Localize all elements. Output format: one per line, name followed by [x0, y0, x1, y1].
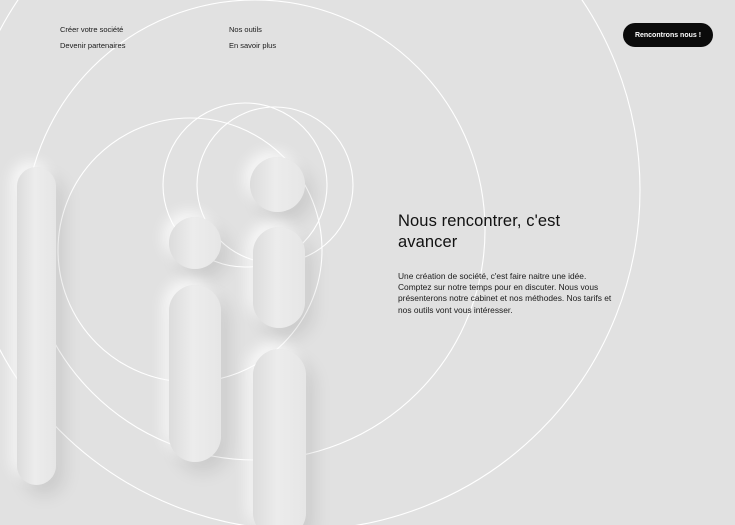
pill-right-upper — [253, 227, 305, 328]
hero-body: Une création de société, c'est faire nai… — [398, 271, 612, 315]
pill-center — [169, 285, 221, 462]
nav-link-en-savoir-plus[interactable]: En savoir plus — [229, 38, 276, 54]
pill-left-tall — [17, 167, 56, 485]
nav-left: Créer votre société Devenir partenaires — [60, 22, 125, 53]
nav-link-creer-societe[interactable]: Créer votre société — [60, 22, 125, 38]
nav-link-devenir-partenaires[interactable]: Devenir partenaires — [60, 38, 125, 54]
nav-right: Nos outils En savoir plus — [229, 22, 276, 53]
hero-section: Nous rencontrer, c'est avancer Une créat… — [398, 211, 618, 316]
page: Créer votre société Devenir partenaires … — [0, 0, 735, 525]
circle-small-left — [169, 217, 221, 269]
hero-title: Nous rencontrer, c'est avancer — [398, 212, 561, 251]
rencontrons-nous-button[interactable]: Rencontrons nous ! — [623, 23, 713, 47]
nav-link-nos-outils[interactable]: Nos outils — [229, 22, 276, 38]
circle-small-right — [250, 157, 305, 212]
decorative-rings — [0, 0, 641, 525]
pill-right-lower — [253, 349, 306, 525]
